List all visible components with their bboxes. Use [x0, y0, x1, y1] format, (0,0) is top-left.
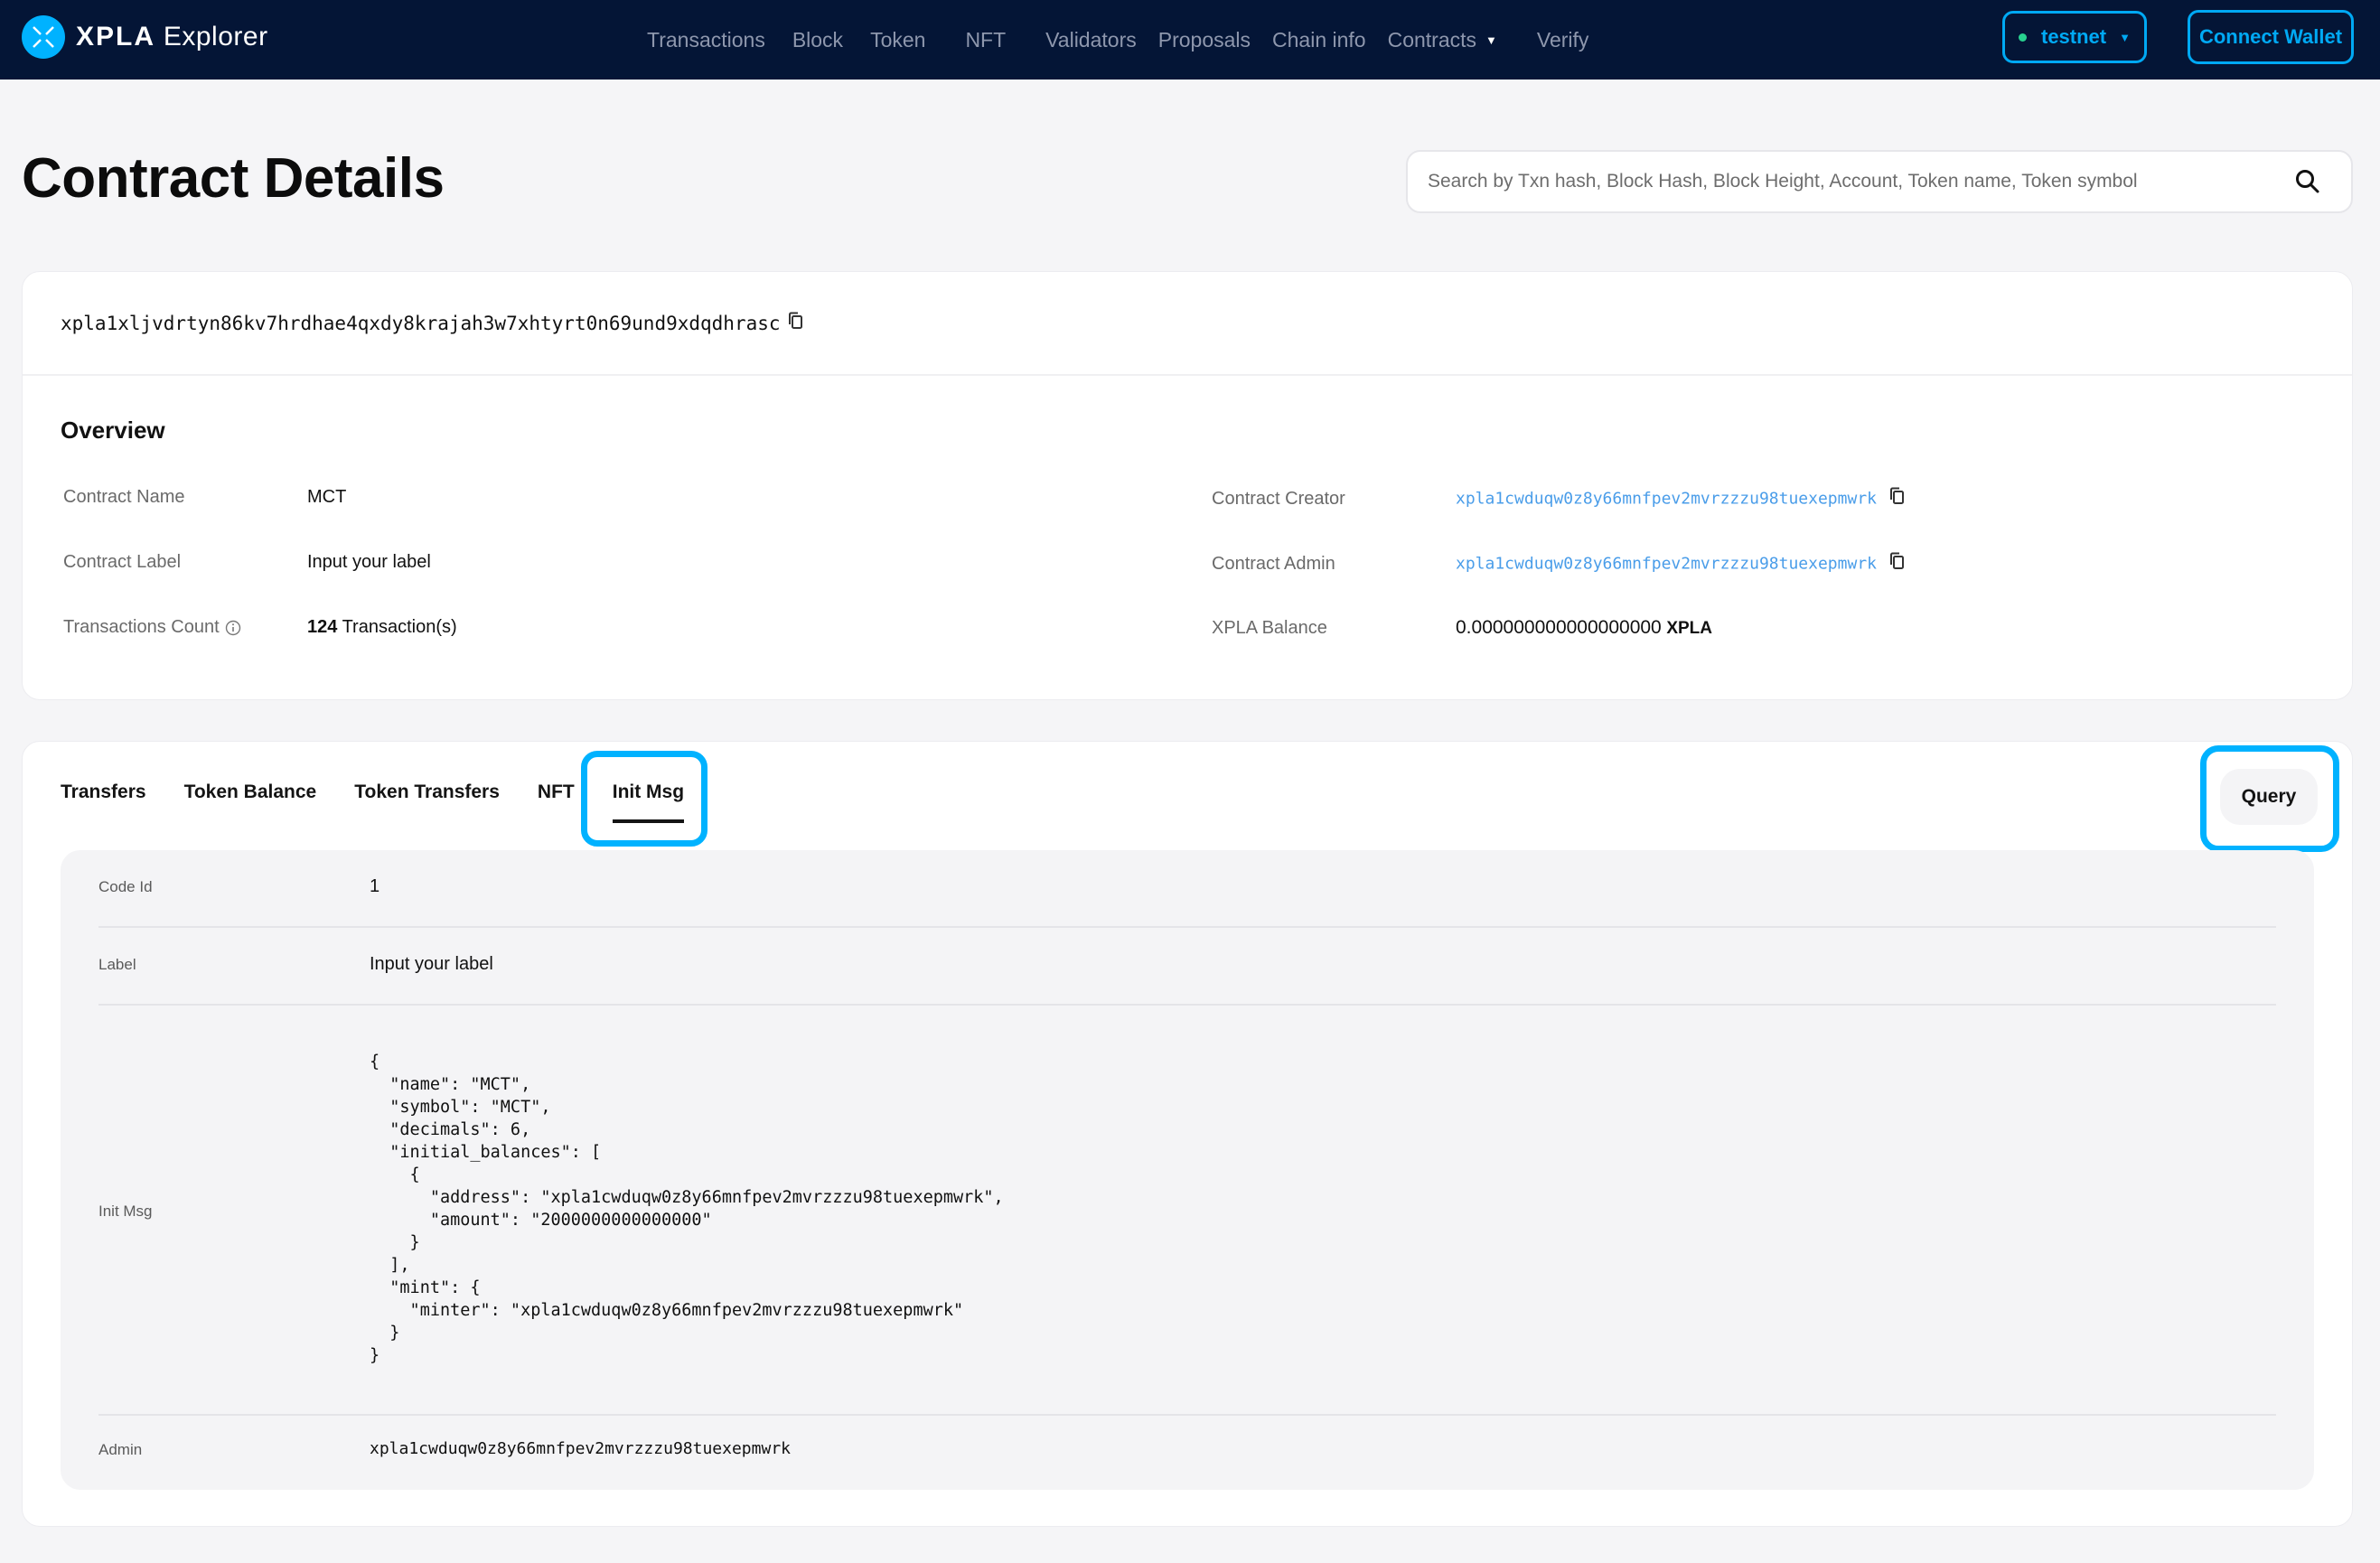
field-label: Code Id: [98, 878, 153, 895]
xpla-balance-value: 0.000000000000000000 XPLA: [1456, 617, 1712, 638]
overview-row-contract-creator: Contract Creator xpla1cwduqw0z8y66mnfpev…: [1212, 487, 1906, 510]
contract-address: xpla1xljvdrtyn86kv7hrdhae4qxdy8krajah3w7…: [61, 312, 781, 334]
search-input[interactable]: [1408, 152, 2281, 211]
field-label: Label: [98, 956, 136, 973]
contract-tabs-card: Transfers Token Balance Token Transfers …: [22, 741, 2353, 1527]
field-label: XPLA Balance: [1212, 617, 1327, 638]
nav-validators[interactable]: Validators: [1045, 28, 1137, 52]
admin-link[interactable]: xpla1cwduqw0z8y66mnfpev2mvrzzzu98tuexepm…: [370, 1439, 791, 1458]
contract-creator-link[interactable]: xpla1cwduqw0z8y66mnfpev2mvrzzzu98tuexepm…: [1456, 489, 1877, 508]
contract-admin-link[interactable]: xpla1cwduqw0z8y66mnfpev2mvrzzzu98tuexepm…: [1456, 554, 1877, 573]
overview-row-contract-label: Contract Label Input your label: [63, 552, 431, 573]
search-box: [1406, 150, 2353, 213]
nav-block[interactable]: Block: [792, 28, 843, 52]
contract-name-value: MCT: [307, 487, 347, 507]
connect-wallet-button[interactable]: Connect Wallet: [2188, 10, 2354, 64]
field-label: Admin: [98, 1441, 143, 1458]
caret-down-icon: ▼: [1485, 33, 1497, 47]
network-selector[interactable]: testnet ▼: [2002, 11, 2147, 63]
label-value: Input your label: [370, 954, 493, 974]
contract-overview-card: xpla1xljvdrtyn86kv7hrdhae4qxdy8krajah3w7…: [22, 271, 2353, 700]
overview-row-contract-admin: Contract Admin xpla1cwduqw0z8y66mnfpev2m…: [1212, 552, 1906, 576]
field-label: Transactions Count: [63, 617, 307, 638]
code-id-link[interactable]: 1: [370, 876, 379, 897]
tab-transfers[interactable]: Transfers: [61, 782, 146, 823]
copy-icon[interactable]: [1889, 487, 1906, 510]
network-status-dot: [2019, 33, 2027, 42]
info-icon[interactable]: [225, 620, 241, 636]
copy-icon[interactable]: [1889, 552, 1906, 576]
init-msg-panel: Code Id 1 Label Input your label Init Ms…: [61, 850, 2314, 1490]
network-label: testnet: [2041, 25, 2107, 48]
query-button[interactable]: Query: [2220, 769, 2318, 825]
nav-contracts-dropdown[interactable]: Contracts ▼: [1388, 28, 1497, 52]
nav-chain-info[interactable]: Chain info: [1272, 28, 1366, 52]
copy-icon[interactable]: [788, 312, 804, 334]
init-row-admin: Admin xpla1cwduqw0z8y66mnfpev2mvrzzzu98t…: [98, 1416, 2276, 1490]
overview-row-contract-name: Contract Name MCT: [63, 487, 346, 508]
nav-token[interactable]: Token: [870, 28, 925, 52]
search-icon[interactable]: [2281, 168, 2335, 195]
tab-token-transfers[interactable]: Token Transfers: [354, 782, 500, 823]
nav-verify[interactable]: Verify: [1537, 28, 1589, 52]
overview-row-xpla-balance: XPLA Balance 0.000000000000000000 XPLA: [1212, 617, 1712, 639]
tab-init-msg[interactable]: Init Msg: [612, 782, 685, 823]
nav-nft[interactable]: NFT: [965, 28, 1006, 52]
overview-row-transactions-count: Transactions Count 124 Transaction(s): [63, 617, 457, 638]
main-menu: Transactions Block Token NFT Validators …: [647, 0, 1616, 80]
overview-title: Overview: [61, 416, 165, 444]
page-title: Contract Details: [22, 147, 445, 210]
transactions-count-value: 124 Transaction(s): [307, 617, 457, 637]
nav-proposals[interactable]: Proposals: [1158, 28, 1251, 52]
nav-transactions[interactable]: Transactions: [647, 28, 765, 52]
init-row-label: Label Input your label: [98, 928, 2276, 1006]
top-navbar: XPLA Explorer Transactions Block Token N…: [0, 0, 2380, 80]
brand-name: XPLA Explorer: [76, 22, 268, 51]
field-label: Contract Admin: [1212, 553, 1335, 574]
brand-logo[interactable]: XPLA Explorer: [22, 15, 268, 59]
tab-nft[interactable]: NFT: [538, 782, 575, 823]
contract-label-value: Input your label: [307, 552, 431, 572]
caret-down-icon: ▼: [2119, 30, 2131, 44]
xpla-logo-icon: [22, 15, 65, 59]
init-row-code-id: Code Id 1: [98, 850, 2276, 928]
contract-address-row: xpla1xljvdrtyn86kv7hrdhae4qxdy8krajah3w7…: [23, 272, 2352, 376]
field-label: Init Msg: [98, 1203, 153, 1220]
field-label: Contract Name: [63, 487, 185, 507]
init-row-init-msg: Init Msg { "name": "MCT", "symbol": "MCT…: [98, 1006, 2276, 1416]
field-label: Contract Label: [63, 552, 182, 572]
tab-bar: Transfers Token Balance Token Transfers …: [61, 782, 722, 823]
field-label: Contract Creator: [1212, 488, 1345, 509]
tab-token-balance[interactable]: Token Balance: [184, 782, 317, 823]
init-msg-json: { "name": "MCT", "symbol": "MCT", "decim…: [370, 1053, 1004, 1365]
